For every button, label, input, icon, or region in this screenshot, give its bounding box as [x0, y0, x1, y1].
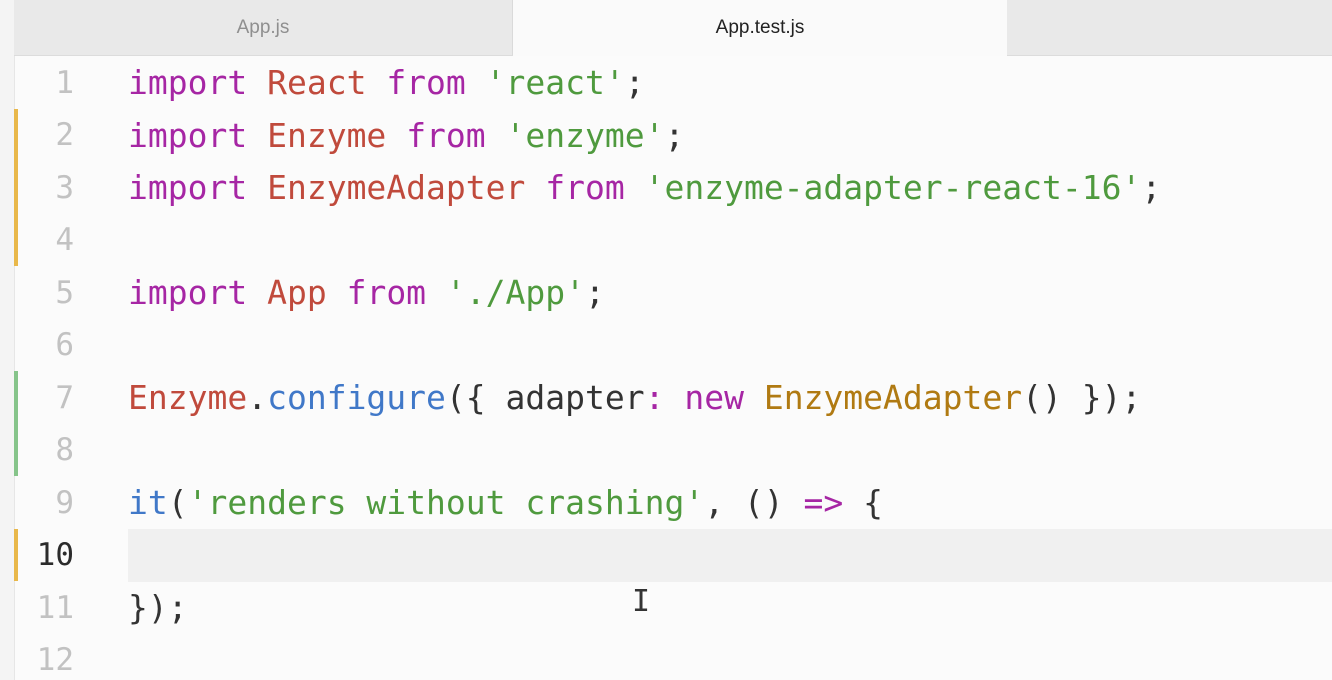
code-token: EnzymeAdapter	[267, 168, 526, 207]
code-token: ;	[585, 273, 605, 312]
code-token: Enzyme	[267, 115, 387, 155]
line-code: import React from 'react';	[128, 56, 1332, 109]
code-token: 'enzyme-adapter-react-16'	[644, 168, 1142, 207]
code-token: :	[644, 378, 665, 417]
line-code: });	[128, 581, 1332, 634]
line-number: 10	[36, 537, 74, 573]
code-token: import	[128, 115, 248, 155]
code-token: from	[406, 115, 486, 155]
code-token: , ()	[704, 483, 804, 522]
code-token: (	[167, 483, 188, 522]
line-number: 7	[55, 379, 74, 416]
code-token: Enzyme	[128, 378, 248, 417]
code-line[interactable]: 5 import App from './App';	[14, 266, 1332, 319]
code-token: './App'	[445, 273, 586, 312]
code-token: ({ adapter	[445, 378, 645, 417]
code-token: });	[128, 588, 188, 627]
code-token: 'enzyme'	[505, 115, 665, 155]
code-token: from	[346, 273, 427, 312]
line-number: 6	[55, 327, 74, 363]
code-token: new	[684, 378, 744, 417]
tab-app-js[interactable]: App.js	[14, 0, 513, 55]
line-code: import App from './App';	[128, 266, 1332, 319]
editor-left-edge	[0, 0, 15, 680]
line-number: 12	[36, 642, 74, 678]
code-token: App	[267, 273, 327, 312]
line-code: import Enzyme from 'enzyme';	[128, 109, 1332, 162]
line-code	[128, 528, 1332, 582]
line-number: 1	[55, 64, 74, 101]
code-line[interactable]: 8	[14, 423, 1332, 477]
code-line[interactable]: 3 import EnzymeAdapter from 'enzyme-adapt…	[14, 161, 1332, 214]
code-token: import	[128, 63, 248, 102]
code-line[interactable]: 6	[14, 319, 1332, 372]
code-area[interactable]: 1 import React from 'react'; 2 import Enzym…	[14, 56, 1332, 680]
code-token: it	[128, 483, 168, 522]
line-number: 4	[55, 222, 74, 258]
code-line[interactable]: 10	[14, 528, 1332, 582]
code-token: () });	[1022, 378, 1142, 417]
code-token: import	[128, 273, 248, 312]
code-line[interactable]: 7 Enzyme. configure({ adapter: new EnzymeA…	[14, 371, 1332, 424]
code-token: from	[386, 63, 466, 102]
code-token: .	[247, 378, 268, 417]
line-number: 9	[55, 484, 74, 521]
code-token: ;	[1141, 168, 1162, 207]
line-number: 8	[55, 432, 74, 468]
code-line[interactable]: 1 import React from 'react';	[14, 56, 1332, 109]
code-token: ;	[624, 63, 645, 102]
code-line[interactable]: 2 import Enzyme from 'enzyme';	[14, 108, 1332, 162]
line-number: 3	[55, 169, 74, 206]
tab-bar: App.js App.test.js	[14, 0, 1332, 56]
line-code: import EnzymeAdapter from 'enzyme-adapte…	[128, 161, 1332, 214]
code-token: =>	[803, 483, 844, 522]
line-number: 11	[36, 589, 74, 626]
line-code: it('renders without crashing', () => {	[128, 476, 1332, 529]
code-token: EnzymeAdapter	[763, 378, 1023, 417]
code-token: configure	[267, 378, 446, 417]
code-token: 'renders without crashing'	[187, 483, 705, 522]
code-editor: App.js App.test.js 1 import React from 'r…	[0, 0, 1332, 680]
line-code: Enzyme. configure({ adapter: new EnzymeAd…	[128, 371, 1332, 424]
code-line[interactable]: 12	[14, 634, 1332, 680]
tab-label: App.js	[236, 16, 290, 38]
tab-app-test-js[interactable]: App.test.js	[513, 0, 1007, 56]
code-token: ;	[664, 115, 685, 155]
code-token: React	[267, 63, 367, 102]
code-line[interactable]: 4	[14, 213, 1332, 267]
line-number: 2	[55, 117, 74, 153]
line-number: 5	[55, 274, 74, 311]
code-line[interactable]: 9 it('renders without crashing', () => {	[14, 476, 1332, 529]
code-token: {	[843, 483, 884, 522]
code-line[interactable]: 11});	[14, 581, 1332, 634]
text-cursor-icon: I	[632, 584, 651, 619]
code-token: 'react'	[485, 63, 625, 102]
tab-label: App.test.js	[715, 17, 805, 38]
code-token: from	[545, 168, 625, 207]
code-token: import	[128, 168, 248, 207]
